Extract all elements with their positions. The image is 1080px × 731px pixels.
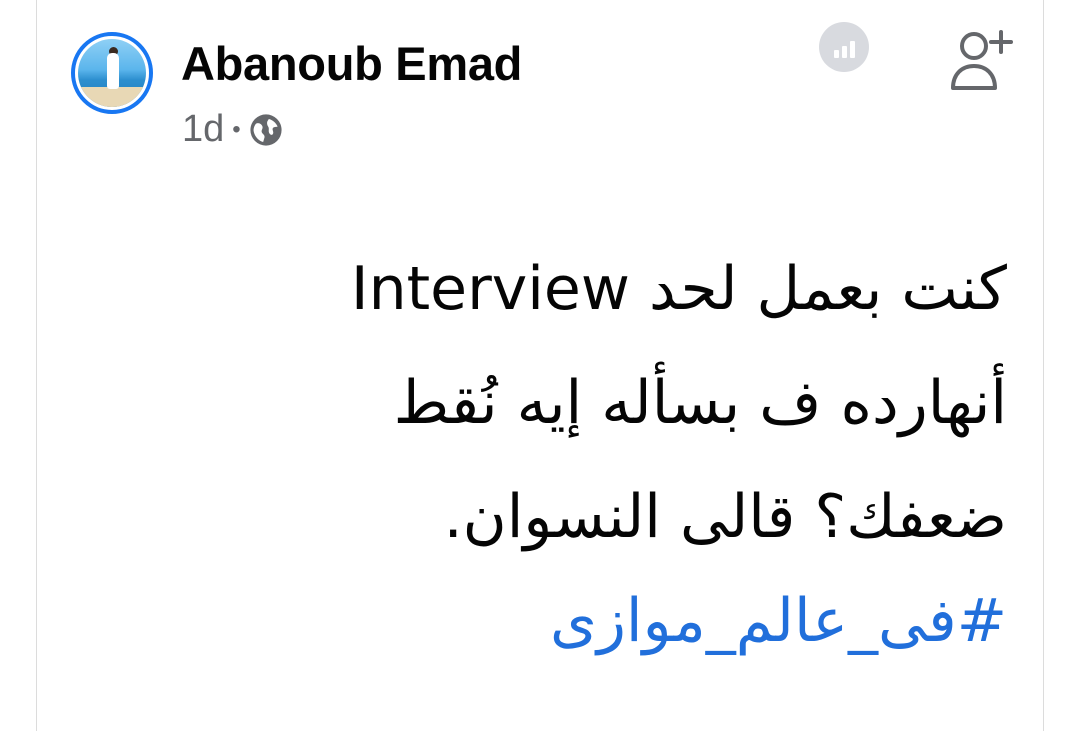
post-text-line: أنهارده ف بسأله إيه نُقط [393,368,1007,438]
author-name[interactable]: Abanoub Emad [181,36,522,91]
hashtag-link[interactable]: #فى_عالم_موازى [227,586,1007,656]
profile-photo [78,39,146,107]
bar-chart-icon[interactable] [819,22,869,72]
post-meta: 1d • [182,108,283,151]
post-text: كنت بعمل لحد Interview أنهارده ف بسأله إ… [227,232,1007,574]
post-text-line: كنت بعمل لحد Interview [350,254,1007,324]
post-time[interactable]: 1d [182,108,224,151]
post-card: Abanoub Emad 1d • كنت بعمل لحد Interview… [36,0,1044,731]
avatar[interactable] [71,32,153,114]
globe-icon[interactable] [249,113,283,147]
add-person-icon[interactable] [943,24,1015,96]
post-text-line: ضعفك؟ قالى النسوان. [443,482,1007,552]
meta-separator: • [232,115,241,143]
